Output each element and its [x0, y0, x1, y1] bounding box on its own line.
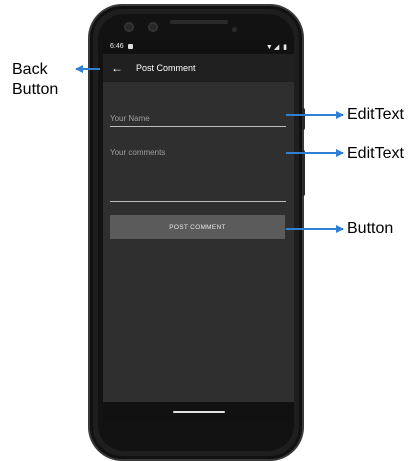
app-bar: ← Post Comment [103, 54, 294, 82]
annotation-button: Button [347, 220, 394, 237]
annotation-back-button: Back Button [12, 60, 70, 100]
home-gesture-pill[interactable] [173, 411, 225, 413]
proximity-sensor [232, 27, 237, 32]
status-icons: ▼◢ ▮ [265, 44, 288, 51]
name-field[interactable]: Your Name [110, 114, 286, 127]
status-time: 6:46 [110, 43, 124, 50]
phone-screen: 6:46 ▼◢ ▮ ← Post Comment Your Name Your … [103, 40, 294, 422]
earpiece-speaker [170, 20, 228, 24]
navigation-bar [103, 402, 294, 422]
power-button-hardware [302, 108, 305, 130]
annotation-edittext-1: EditText [347, 106, 404, 123]
comments-field[interactable]: Your comments [110, 148, 286, 202]
front-camera-icon [124, 22, 134, 32]
comments-field-hint: Your comments [110, 148, 166, 157]
front-sensor-icon [148, 22, 158, 32]
notification-lock-icon [128, 44, 133, 49]
annotation-edittext-2: EditText [347, 145, 404, 162]
name-field-hint: Your Name [110, 114, 150, 123]
annotation-back-button-text: Back Button [12, 61, 59, 98]
page-title: Post Comment [136, 63, 196, 73]
back-arrow-icon[interactable]: ← [109, 60, 125, 76]
volume-button-hardware [302, 150, 305, 196]
status-bar: 6:46 ▼◢ ▮ [103, 40, 294, 54]
post-comment-button[interactable]: POST COMMENT [110, 215, 285, 239]
